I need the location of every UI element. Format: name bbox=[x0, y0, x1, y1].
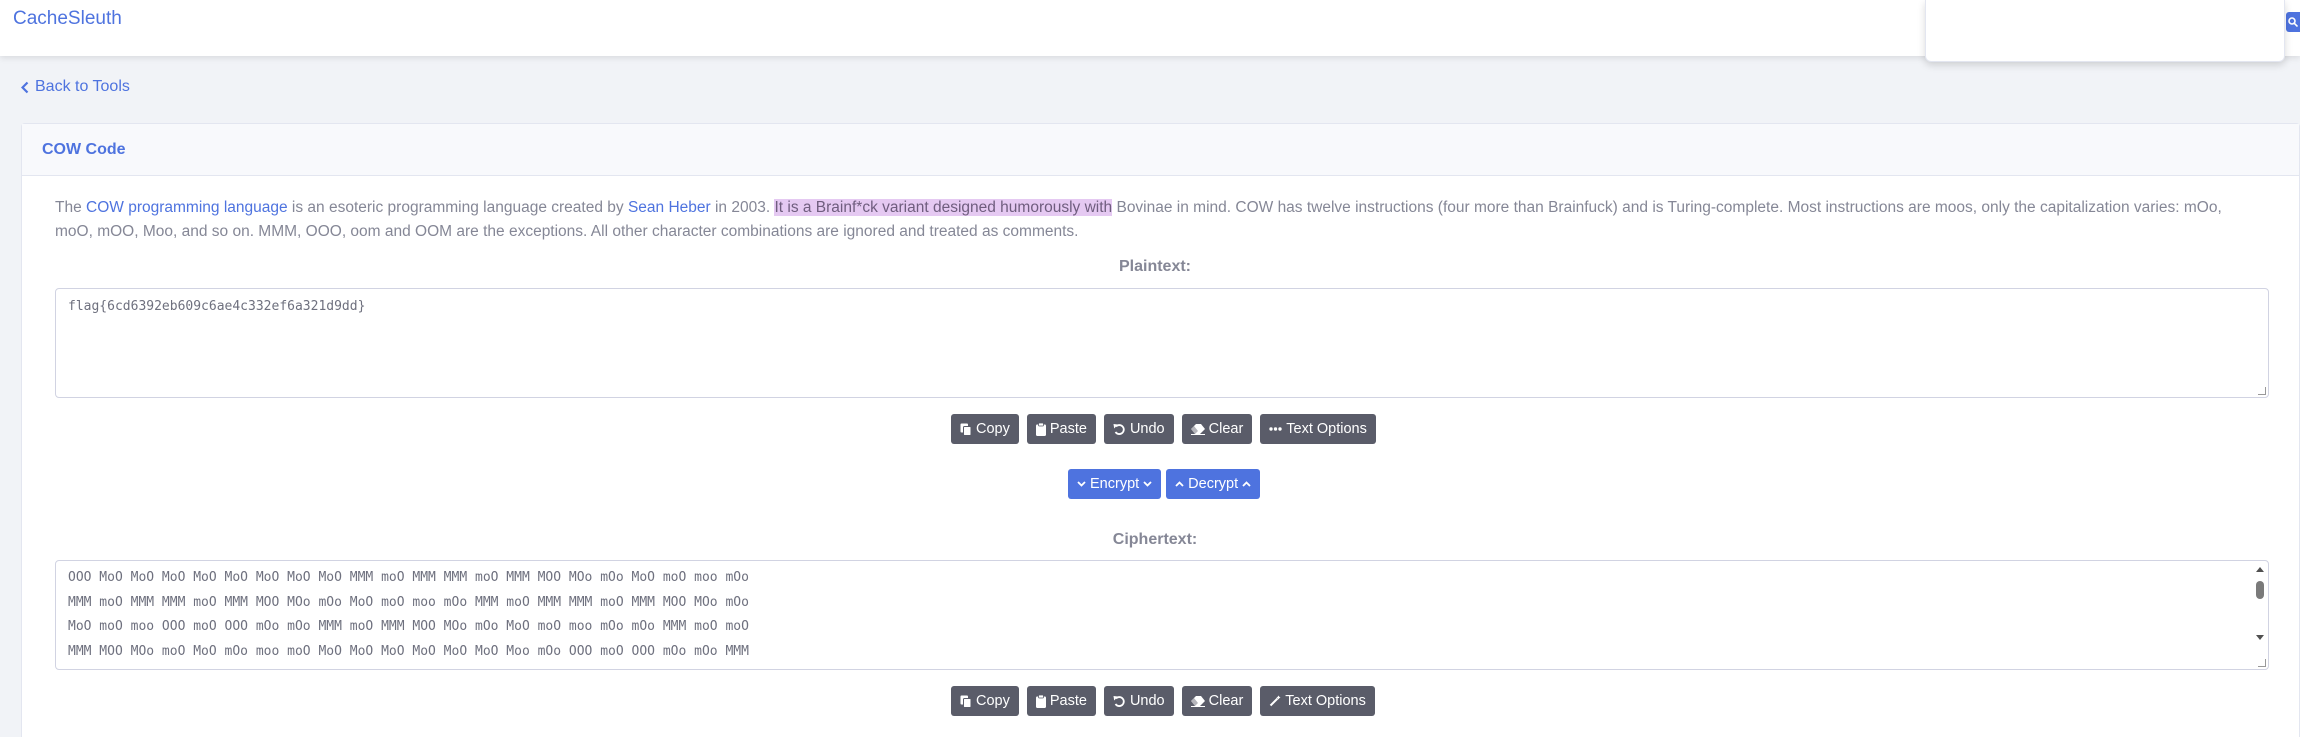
chevron-left-icon bbox=[21, 81, 29, 93]
copy-label: Copy bbox=[976, 693, 1010, 709]
scroll-up-arrow[interactable] bbox=[2256, 567, 2264, 572]
ciphertext-text-options-button[interactable]: Text Options bbox=[1260, 686, 1375, 716]
eraser-icon bbox=[1190, 424, 1205, 435]
search-icon bbox=[2288, 17, 2298, 27]
card-header: COW Code bbox=[22, 124, 2299, 176]
ciphertext-clear-button[interactable]: Clear bbox=[1181, 686, 1253, 716]
chevron-up-icon bbox=[1175, 481, 1184, 487]
scroll-thumb[interactable] bbox=[2256, 581, 2264, 599]
desc-text: The bbox=[55, 199, 87, 216]
card-title: COW Code bbox=[42, 140, 126, 158]
resize-handle[interactable] bbox=[2258, 659, 2266, 667]
copy-icon bbox=[960, 695, 972, 708]
clipboard-icon bbox=[1035, 694, 1046, 708]
ciphertext-input[interactable]: OOO MoO MoO MoO MoO MoO MoO MoO MoO MMM … bbox=[55, 560, 2269, 670]
eraser-icon bbox=[1190, 696, 1205, 707]
ellipsis-icon bbox=[1269, 427, 1282, 431]
plaintext-value: flag{6cd6392eb609c6ae4c332ef6a321d9dd} bbox=[68, 299, 366, 314]
paste-label: Paste bbox=[1049, 421, 1087, 437]
plaintext-copy-button[interactable]: Copy bbox=[951, 414, 1019, 444]
ciphertext-undo-button[interactable]: Undo bbox=[1103, 686, 1174, 716]
scroll-down-arrow[interactable] bbox=[2256, 635, 2264, 640]
clear-label: Clear bbox=[1208, 693, 1244, 709]
ciphertext-line: MoO moO moo OOO moO OOO mOo mOo MMM moO … bbox=[68, 619, 749, 634]
plaintext-paste-button[interactable]: Paste bbox=[1026, 414, 1096, 444]
ciphertext-line: MMM moO MMM MMM moO MMM MOO MOo mOo MoO … bbox=[68, 594, 749, 610]
plaintext-toolbar: Copy Paste Undo Clear Text Options bbox=[951, 414, 1376, 444]
ciphertext-paste-button[interactable]: Paste bbox=[1026, 686, 1096, 716]
ciphertext-copy-button[interactable]: Copy bbox=[951, 686, 1019, 716]
sean-heber-link[interactable]: Sean Heber bbox=[628, 199, 711, 216]
plaintext-undo-button[interactable]: Undo bbox=[1103, 414, 1174, 444]
back-link-label: Back to Tools bbox=[35, 78, 130, 95]
crypt-toolbar: Encrypt Decrypt bbox=[1068, 469, 1261, 499]
copy-icon bbox=[960, 423, 972, 436]
clipboard-icon bbox=[1035, 422, 1046, 436]
search-dropdown-panel bbox=[1925, 0, 2285, 62]
encrypt-label: Encrypt bbox=[1090, 476, 1140, 492]
vertical-scrollbar[interactable] bbox=[2253, 563, 2267, 663]
tool-description: The COW programming language is an esote… bbox=[55, 196, 2255, 244]
ciphertext-label: Ciphertext: bbox=[1112, 531, 1198, 548]
copy-label: Copy bbox=[976, 421, 1010, 437]
ciphertext-line: OOO MoO MoO MoO MoO MoO MoO MoO MoO MMM … bbox=[68, 570, 749, 585]
plaintext-input[interactable]: flag{6cd6392eb609c6ae4c332ef6a321d9dd} bbox=[55, 288, 2269, 398]
text-options-label: Text Options bbox=[1286, 421, 1367, 437]
ciphertext-toolbar: Copy Paste Undo Clear Text Options bbox=[951, 686, 1375, 716]
plaintext-label: Plaintext: bbox=[1118, 258, 1191, 275]
undo-label: Undo bbox=[1129, 693, 1165, 709]
back-to-tools-link[interactable]: Back to Tools bbox=[21, 78, 130, 96]
highlighted-text: It is a Brainf*ck variant designed humor… bbox=[774, 199, 1113, 216]
decrypt-label: Decrypt bbox=[1188, 476, 1239, 492]
chevron-down-icon bbox=[1077, 481, 1086, 487]
undo-icon bbox=[1113, 695, 1125, 707]
desc-text: in 2003. bbox=[710, 199, 775, 216]
clear-label: Clear bbox=[1208, 421, 1244, 437]
desc-text: is an esoteric programming language crea… bbox=[287, 199, 628, 216]
chevron-down-icon bbox=[1143, 481, 1152, 487]
paste-label: Paste bbox=[1049, 693, 1087, 709]
cow-language-link[interactable]: COW programming language bbox=[86, 199, 288, 216]
plaintext-clear-button[interactable]: Clear bbox=[1181, 414, 1253, 444]
tool-card: COW Code The COW programming language is… bbox=[21, 123, 2300, 737]
undo-icon bbox=[1113, 423, 1125, 435]
encrypt-button[interactable]: Encrypt bbox=[1068, 469, 1162, 499]
undo-label: Undo bbox=[1129, 421, 1165, 437]
ciphertext-line: MMM MOO MOo moO MoO mOo moo moO MoO MoO … bbox=[68, 643, 749, 659]
search-button[interactable] bbox=[2286, 12, 2300, 32]
decrypt-button[interactable]: Decrypt bbox=[1166, 469, 1261, 499]
plaintext-text-options-button[interactable]: Text Options bbox=[1260, 414, 1376, 444]
wand-icon bbox=[1270, 695, 1281, 707]
resize-handle[interactable] bbox=[2258, 387, 2266, 395]
text-options-label: Text Options bbox=[1285, 693, 1366, 709]
brand-logo-link[interactable]: CacheSleuth bbox=[13, 8, 122, 30]
chevron-up-icon bbox=[1242, 481, 1251, 487]
